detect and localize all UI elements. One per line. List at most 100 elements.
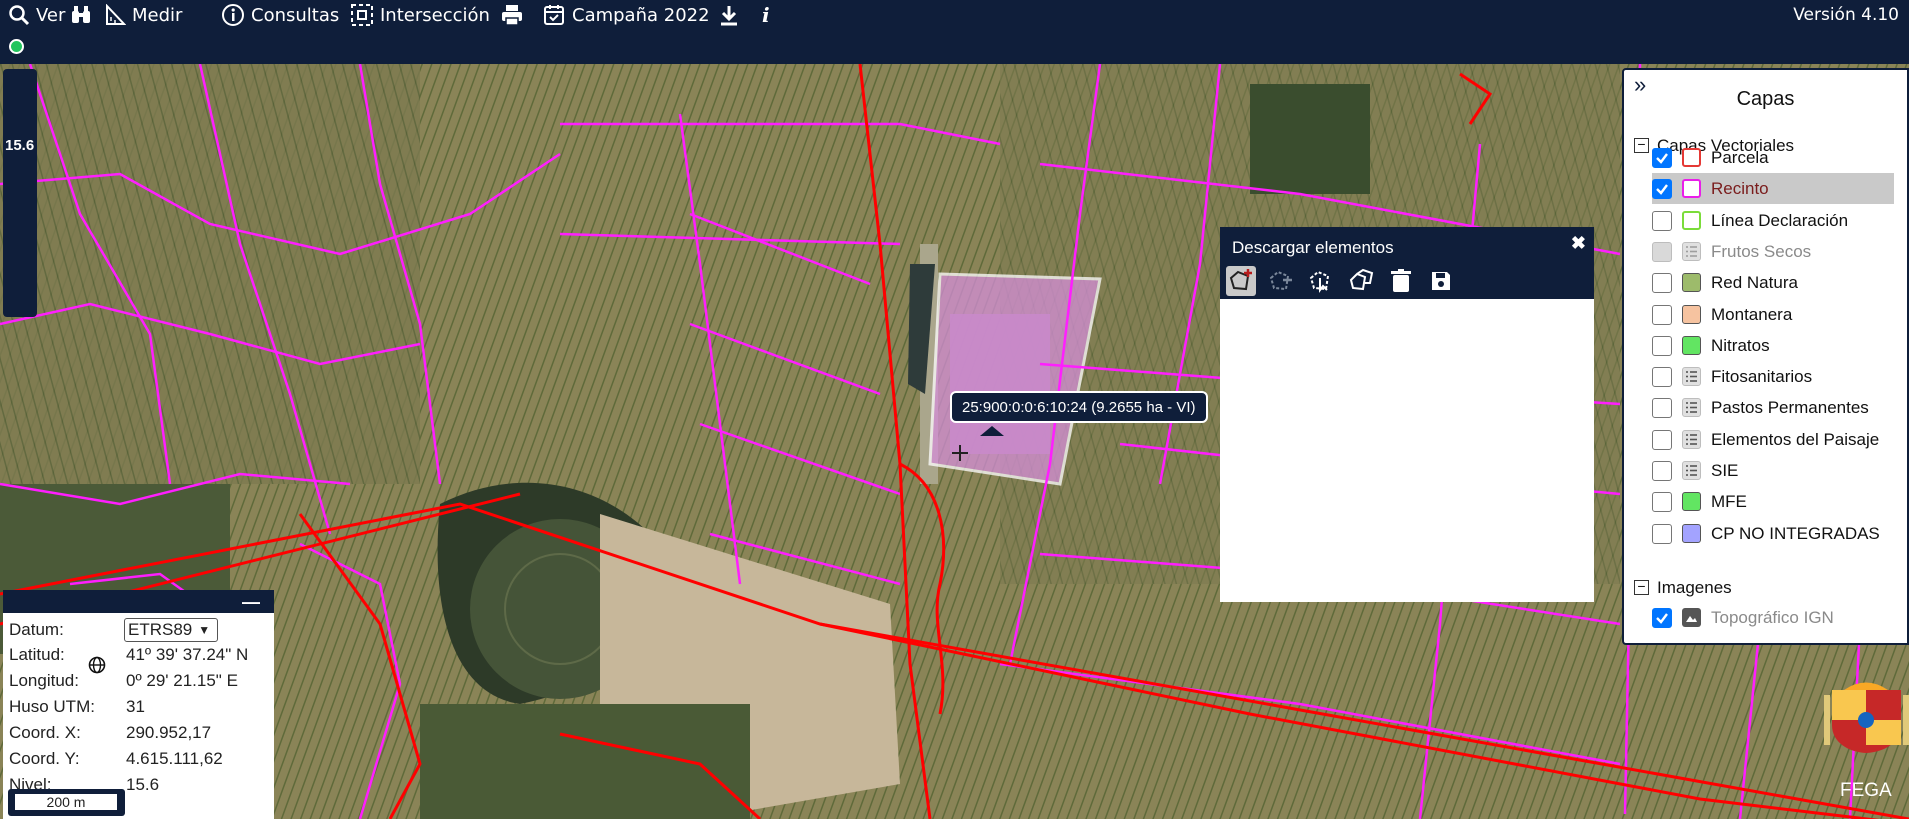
layer-swatch — [1682, 492, 1701, 511]
group-label: Imagenes — [1657, 577, 1732, 597]
layer-swatch — [1682, 336, 1701, 355]
layer-item-pastos-permanentes[interactable]: Pastos Permanentes — [1652, 392, 1869, 423]
layer-item-línea-declaración[interactable]: Línea Declaración — [1652, 205, 1848, 236]
layer-item-cp-no-integradas[interactable]: CP NO INTEGRADAS — [1652, 518, 1880, 549]
layer-swatch — [1682, 524, 1701, 543]
scale-label: 200 m — [14, 793, 118, 811]
layer-checkbox[interactable] — [1652, 210, 1672, 231]
app-version: Versión 4.10 — [1793, 5, 1899, 25]
layer-item-nitratos[interactable]: Nitratos — [1652, 330, 1770, 361]
coord-value: 31 — [126, 697, 145, 716]
status-bar — [0, 30, 1909, 66]
toolbar-medir-label: Medir — [132, 4, 183, 26]
coord-row: Coord. X: 290.952,17 — [9, 721, 211, 745]
list-icon — [1682, 461, 1701, 480]
toolbar-campana-label: Campaña 2022 — [572, 4, 710, 26]
toolbar-ver-button[interactable]: Ver — [8, 0, 65, 30]
layer-checkbox[interactable] — [1652, 304, 1672, 325]
add-polygon-icon[interactable] — [1226, 266, 1256, 296]
layer-label: Elementos del Paisaje — [1711, 429, 1880, 449]
toolbar-consultas-label: Consultas — [251, 4, 340, 26]
layer-checkbox[interactable] — [1652, 491, 1672, 512]
close-icon[interactable]: ✖ — [1571, 233, 1586, 254]
toolbar-consultas-button[interactable]: Consultas — [221, 0, 339, 30]
download-panel-toolbar — [1220, 262, 1594, 299]
toolbar-interseccion-button[interactable]: Intersección — [350, 0, 490, 30]
layer-checkbox[interactable] — [1652, 241, 1672, 262]
ruler-icon — [104, 4, 126, 26]
layer-swatch — [1682, 305, 1701, 324]
chevron-down-icon: ▼ — [198, 623, 211, 637]
undo-polygon-icon[interactable] — [1266, 266, 1296, 296]
collapse-group-icon[interactable]: − — [1634, 137, 1649, 153]
layer-checkbox[interactable] — [1652, 460, 1672, 481]
layer-item-sie[interactable]: SIE — [1652, 455, 1738, 486]
layer-item-montanera[interactable]: Montanera — [1652, 299, 1792, 330]
layer-swatch — [1682, 211, 1701, 230]
coord-row: Latitud: 41º 39' 37.24" N — [9, 643, 248, 667]
toolbar-download-button[interactable] — [718, 0, 740, 30]
coord-label: Huso UTM: — [9, 697, 95, 716]
layer-checkbox[interactable] — [1652, 272, 1672, 293]
layer-item-topográfico-ign[interactable]: Topográfico IGN — [1652, 602, 1834, 633]
datum-value: ETRS89 — [128, 620, 193, 639]
list-icon — [1682, 430, 1701, 449]
toolbar-campana-button[interactable]: Campaña 2022 — [542, 0, 710, 30]
collapse-group-icon[interactable]: − — [1634, 579, 1649, 595]
toolbar-medir-button[interactable]: Medir — [104, 0, 182, 30]
layer-checkbox[interactable] — [1652, 178, 1672, 199]
layer-label: CP NO INTEGRADAS — [1711, 523, 1880, 543]
layer-checkbox[interactable] — [1652, 607, 1672, 628]
layer-label: Línea Declaración — [1711, 210, 1849, 230]
layer-label: Recinto — [1711, 178, 1769, 198]
download-panel-title: Descargar elementos — [1232, 238, 1394, 257]
binoculars-icon — [70, 4, 92, 26]
group-imagenes[interactable]: − Imagenes — [1634, 572, 1732, 603]
layer-checkbox[interactable] — [1652, 147, 1672, 168]
coord-label: Coord. X: — [9, 723, 81, 742]
toolbar-binoculars-button[interactable] — [70, 0, 92, 30]
coord-row: Huso UTM: 31 — [9, 695, 145, 719]
printer-icon — [500, 3, 524, 27]
layer-checkbox[interactable] — [1652, 335, 1672, 356]
coord-label: Longitud: — [9, 671, 79, 690]
layer-item-mfe[interactable]: MFE — [1652, 486, 1747, 517]
coord-label: Latitud: — [9, 645, 65, 664]
layer-item-fitosanitarios[interactable]: Fitosanitarios — [1652, 361, 1812, 392]
coordinates-header: — — [3, 590, 274, 613]
layer-item-red-natura[interactable]: Red Natura — [1652, 267, 1798, 298]
magnifier-icon — [8, 4, 30, 26]
download-icon — [718, 4, 740, 26]
calendar-check-icon — [542, 3, 566, 27]
layer-item-elementos-del-paisaje[interactable]: Elementos del Paisaje — [1652, 424, 1879, 455]
toolbar-about-button[interactable]: i — [762, 0, 770, 30]
layer-item-parcela[interactable]: Parcela — [1652, 142, 1769, 173]
coat-of-arms-logo — [1824, 682, 1909, 753]
info-circle-icon — [221, 3, 245, 27]
layer-checkbox[interactable] — [1652, 397, 1672, 418]
zoom-indicator[interactable]: 15.6 — [3, 69, 37, 317]
select-polygon-icon[interactable] — [1306, 266, 1336, 296]
datum-row: Datum: — [9, 618, 126, 642]
datum-select[interactable]: ETRS89 ▼ — [124, 618, 218, 642]
italic-info-icon: i — [762, 3, 770, 27]
toolbar-ver-label: Ver — [36, 4, 66, 26]
layer-checkbox[interactable] — [1652, 429, 1672, 450]
coord-value: 290.952,17 — [126, 723, 212, 742]
layer-label: Fitosanitarios — [1711, 366, 1813, 386]
layer-checkbox[interactable] — [1652, 523, 1672, 544]
top-toolbar: Ver Medir Consultas Intersección Campaña… — [0, 0, 1909, 30]
toolbar-print-button[interactable] — [500, 0, 524, 30]
layer-swatch — [1682, 273, 1701, 292]
trash-icon[interactable] — [1386, 266, 1416, 296]
layer-label: Nitratos — [1711, 335, 1770, 355]
coord-value: 41º 39' 37.24" N — [126, 645, 249, 664]
layers-panel-title: Capas — [1736, 88, 1795, 110]
toolbar-interseccion-label: Intersección — [380, 4, 490, 26]
layer-item-frutos-secos[interactable]: Frutos Secos — [1652, 236, 1811, 267]
layer-checkbox[interactable] — [1652, 366, 1672, 387]
layer-item-recinto[interactable]: Recinto — [1652, 173, 1894, 204]
save-icon[interactable] — [1426, 266, 1456, 296]
copy-polygon-icon[interactable] — [1346, 266, 1376, 296]
minimize-icon[interactable]: — — [242, 592, 260, 613]
